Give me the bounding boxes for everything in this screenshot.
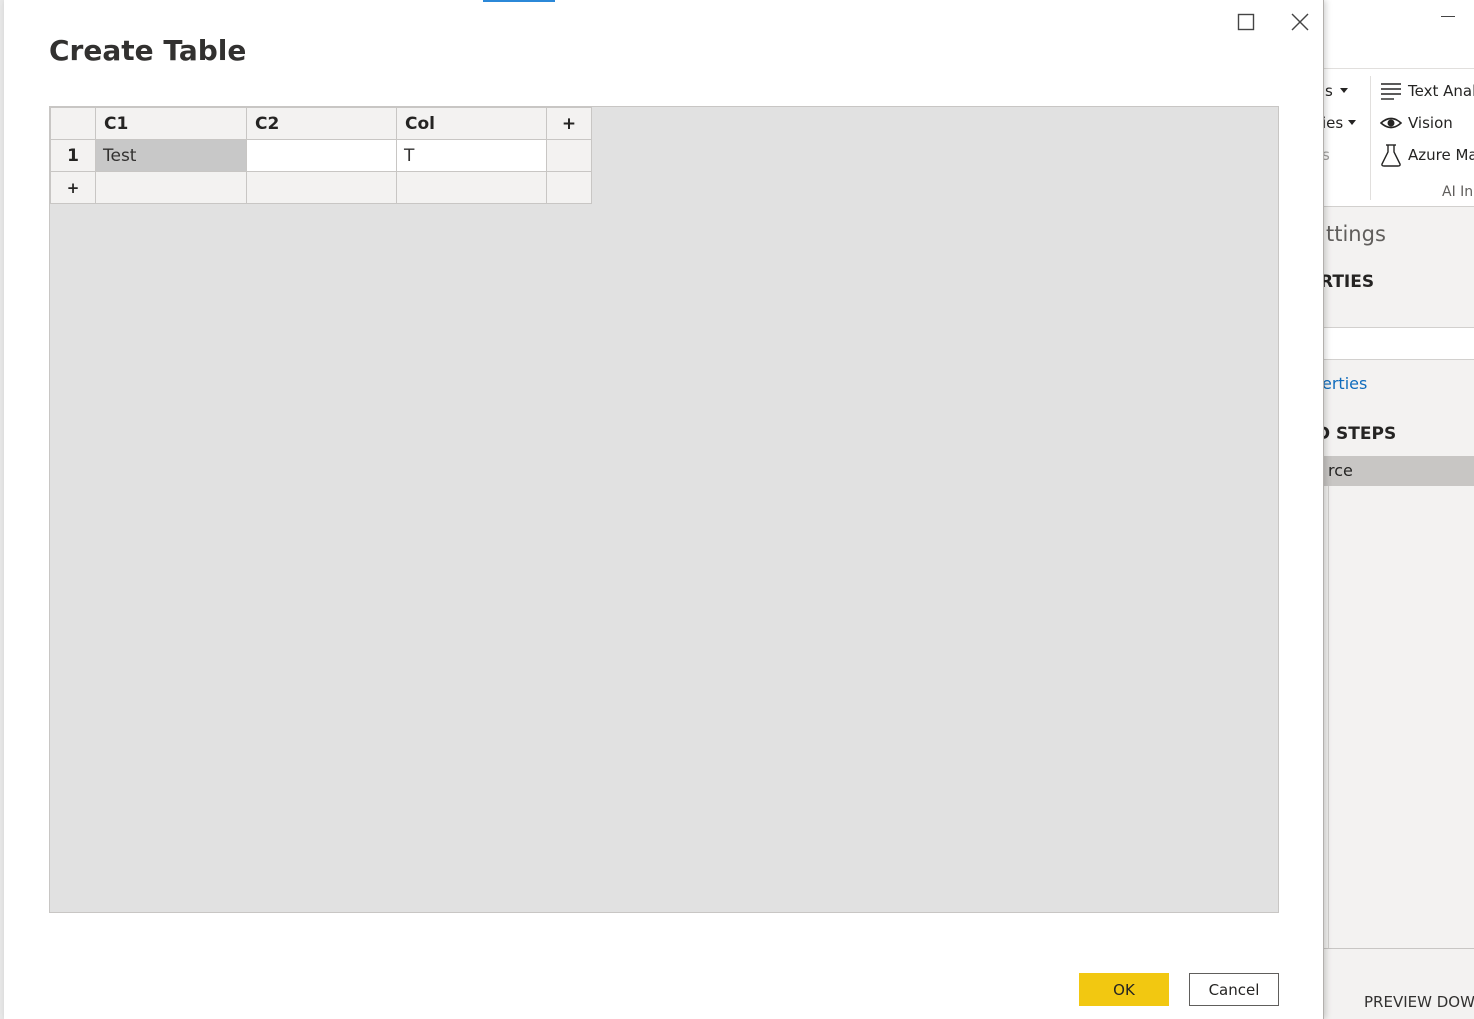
column-header-c1[interactable]: C1 [95, 107, 247, 140]
dialog-title: Create Table [49, 34, 247, 67]
column-header-c2[interactable]: C2 [246, 107, 397, 140]
empty-cell [396, 171, 547, 204]
header-row: C1 C2 Col + [50, 107, 592, 140]
row-number[interactable]: 1 [50, 139, 96, 172]
query-name-field[interactable] [1324, 327, 1474, 360]
table-cell[interactable]: Test [95, 139, 247, 172]
close-button[interactable] [1284, 6, 1316, 38]
add-row: + [50, 171, 592, 204]
chevron-down-icon[interactable] [1348, 120, 1356, 125]
add-column-button[interactable]: + [546, 107, 592, 140]
flask-icon [1381, 144, 1401, 167]
table-editor-area: C1 C2 Col + 1 Test T + [49, 106, 1279, 913]
maximize-button[interactable] [1230, 6, 1262, 38]
ribbon-group-label: AI In [1442, 184, 1474, 200]
ribbon-text-analytics-label: Text Analy [1408, 82, 1474, 100]
text-lines-icon [1381, 83, 1401, 100]
all-properties-link[interactable]: erties [1322, 374, 1367, 393]
ribbon-separator [1370, 76, 1371, 200]
column-header-col[interactable]: Col [396, 107, 547, 140]
app-title-bar [1324, 0, 1474, 68]
empty-cell [95, 171, 247, 204]
status-text: PREVIEW DOW [1364, 993, 1474, 1011]
applied-step-item[interactable]: rce [1324, 456, 1474, 486]
minimize-icon[interactable] [1441, 16, 1455, 17]
close-icon [1291, 13, 1309, 31]
table-row: 1 Test T [50, 139, 592, 172]
query-settings-title: ttings [1326, 222, 1386, 246]
table-cell[interactable]: T [396, 139, 547, 172]
cancel-button[interactable]: Cancel [1189, 973, 1279, 1006]
chevron-down-icon[interactable] [1340, 88, 1348, 93]
applied-steps-header: D STEPS [1316, 424, 1397, 444]
empty-cell [546, 171, 592, 204]
row-end-cell [546, 139, 592, 172]
create-table-dialog: Create Table C1 C2 Col + 1 Test T + OK C… [4, 0, 1324, 1019]
applied-step-label: rce [1328, 461, 1353, 480]
properties-header: RTIES [1320, 272, 1375, 292]
ok-button[interactable]: OK [1079, 973, 1169, 1006]
corner-cell [50, 107, 96, 140]
tab-accent-bar [483, 0, 555, 2]
ribbon-azure-ml-label: Azure Ma [1408, 146, 1474, 164]
table-cell[interactable] [246, 139, 397, 172]
ribbon-azure-ml-button[interactable]: Azure Ma [1380, 142, 1474, 168]
ribbon-vision-button[interactable]: Vision [1380, 110, 1453, 136]
maximize-icon [1237, 13, 1255, 31]
ribbon-fragment-2[interactable]: ies [1322, 114, 1343, 132]
applied-steps-list [1328, 486, 1474, 948]
empty-cell [246, 171, 397, 204]
data-table: C1 C2 Col + 1 Test T + [50, 107, 592, 204]
ribbon-fragment-1[interactable]: s [1325, 82, 1333, 100]
add-row-button[interactable]: + [50, 171, 96, 204]
ribbon-text-analytics-button[interactable]: Text Analy [1380, 78, 1474, 104]
ribbon-vision-label: Vision [1408, 114, 1453, 132]
eye-icon [1380, 117, 1402, 129]
